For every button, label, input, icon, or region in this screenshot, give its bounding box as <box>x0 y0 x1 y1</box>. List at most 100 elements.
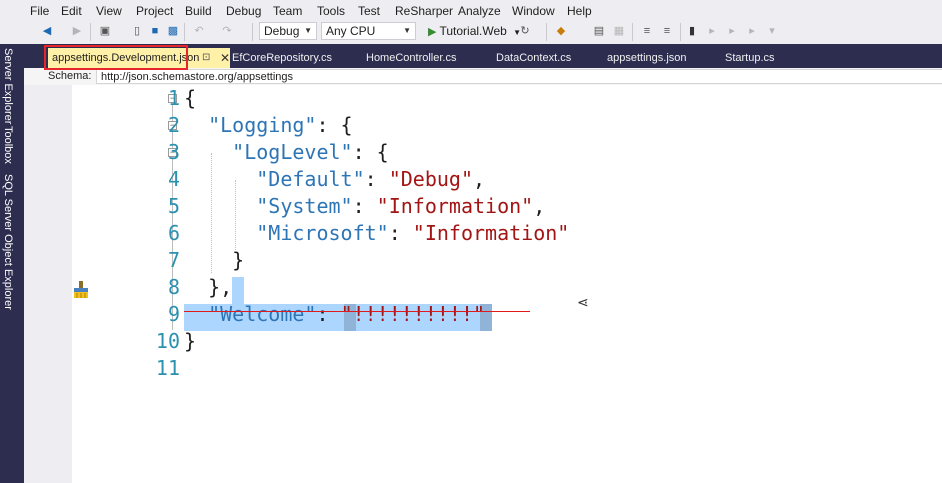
document-tab-strip: appsettings.Development.json ⊡ ✕ EfCoreR… <box>24 44 942 68</box>
chevron-down-icon: ▼ <box>304 26 312 35</box>
comment-icon[interactable]: ≡ <box>640 24 654 38</box>
code-line[interactable]: { <box>184 85 196 112</box>
schema-label: Schema: <box>48 70 92 82</box>
tab-appsettings-development-json[interactable]: appsettings.Development.json ⊡ ✕ <box>48 48 230 68</box>
line-number: 9 <box>167 302 180 326</box>
forward-icon[interactable]: ▶ <box>70 24 84 38</box>
json-string: "Debug" <box>388 167 474 191</box>
json-key: "Welcome" <box>208 302 317 326</box>
toolbar-separator <box>546 23 547 41</box>
code-line[interactable]: "System": "Information", <box>184 193 545 220</box>
start-debugging-button[interactable]: ▶ Tutorial.Web ▼ <box>428 24 521 38</box>
sql-server-object-explorer-tab[interactable]: SQL Server Object Explorer <box>2 174 14 310</box>
menu-debug[interactable]: Debug <box>226 4 261 18</box>
run-target-label: Tutorial.Web <box>439 24 507 38</box>
code-line[interactable]: "Welcome": "!!!!!!!!!!" <box>184 301 485 328</box>
menu-help[interactable]: Help <box>567 4 592 18</box>
code-line[interactable]: }, <box>184 274 232 301</box>
menu-resharper[interactable]: ReSharper <box>395 4 453 18</box>
toolbar-options-icon[interactable]: ▾ <box>765 24 779 38</box>
prev-bookmark-icon[interactable]: ▸ <box>705 24 719 38</box>
code-line[interactable]: "Microsoft": "Information" <box>184 220 569 247</box>
json-punctuation: : { <box>316 113 353 137</box>
menu-build[interactable]: Build <box>185 4 212 18</box>
code-line[interactable]: } <box>184 247 244 274</box>
json-punctuation <box>184 194 256 218</box>
browse-icon[interactable]: ▤ <box>592 24 606 38</box>
new-project-icon[interactable]: ▣ <box>98 24 112 38</box>
solution-platform-select[interactable]: Any CPU ▼ <box>321 22 416 40</box>
refresh-icon[interactable]: ↻ <box>518 24 532 38</box>
tab-efcorerepository-cs[interactable]: EfCoreRepository.cs <box>232 48 332 68</box>
undo-icon[interactable]: ↶ <box>192 24 206 38</box>
tab-startup-cs[interactable]: Startup.cs <box>725 48 775 68</box>
next-bookmark-icon[interactable]: ▸ <box>725 24 739 38</box>
clear-bookmarks-icon[interactable]: ▸ <box>745 24 759 38</box>
schema-input[interactable]: http://json.schemastore.org/appsettings <box>96 69 942 84</box>
standard-toolbar: ◀ ▶ ▣ ▯ ■ ▩ ↶ ↷ Debug ▼ Any CPU ▼ ▶ Tutor… <box>0 20 942 44</box>
tab-homecontroller-cs[interactable]: HomeController.cs <box>366 48 456 68</box>
json-punctuation: : { <box>352 140 389 164</box>
tab-datacontext-cs[interactable]: DataContext.cs <box>496 48 571 68</box>
bookmark-icon[interactable]: ▮ <box>685 24 699 38</box>
menu-team[interactable]: Team <box>273 4 302 18</box>
tool-window-strip: Server Explorer Toolbox SQL Server Objec… <box>0 44 24 483</box>
find-icon[interactable]: ◆ <box>554 24 568 38</box>
json-punctuation <box>184 113 208 137</box>
code-line[interactable]: "Default": "Debug", <box>184 166 485 193</box>
quick-action-brush-icon[interactable] <box>71 280 91 300</box>
save-icon[interactable]: ■ <box>148 24 162 38</box>
tab-label: appsettings.Development.json <box>52 52 200 64</box>
json-key: "Logging" <box>208 113 317 137</box>
pin-icon[interactable]: ⊡ <box>202 48 210 68</box>
json-punctuation: { <box>184 86 197 110</box>
redo-icon[interactable]: ↷ <box>220 24 234 38</box>
menu-bar: File Edit View Project Build Debug Team … <box>0 0 942 20</box>
toolbar-separator <box>184 23 185 41</box>
menu-view[interactable]: View <box>96 4 122 18</box>
menu-window[interactable]: Window <box>512 4 555 18</box>
uncomment-icon[interactable]: ≡ <box>660 24 674 38</box>
chevron-down-icon: ▼ <box>403 26 411 35</box>
line-number: 6 <box>167 221 180 245</box>
back-icon[interactable]: ◀ <box>40 24 54 38</box>
menu-edit[interactable]: Edit <box>61 4 82 18</box>
code-line[interactable]: "Logging": { <box>184 112 353 139</box>
line-number: 3 <box>167 140 180 164</box>
layout-icon[interactable]: ▦ <box>612 24 626 38</box>
code-editor[interactable]: − − − 1 2 3 4 5 6 7 8 9 10 11{ "Logging": { "LogLe… <box>24 85 942 483</box>
toolbar-separator <box>632 23 633 41</box>
menu-test[interactable]: Test <box>358 4 380 18</box>
json-punctuation: , <box>533 194 546 218</box>
open-file-icon[interactable]: ▯ <box>130 24 144 38</box>
menu-file[interactable]: File <box>30 4 49 18</box>
toolbar-separator <box>680 23 681 41</box>
json-punctuation: : <box>364 167 389 191</box>
json-key: "System" <box>256 194 353 218</box>
menu-project[interactable]: Project <box>136 4 173 18</box>
save-all-icon[interactable]: ▩ <box>166 24 180 38</box>
server-explorer-tab[interactable]: Server Explorer <box>2 48 14 124</box>
toolbox-tab[interactable]: Toolbox <box>2 126 14 164</box>
json-punctuation <box>184 167 256 191</box>
json-punctuation: }, <box>184 275 233 299</box>
menu-analyze[interactable]: Analyze <box>458 4 501 18</box>
line-number: 7 <box>167 248 180 272</box>
solution-configuration-value: Debug <box>264 24 300 38</box>
json-punctuation <box>184 221 256 245</box>
mouse-ibeam-cursor: ⋖ <box>577 295 589 311</box>
json-punctuation: : <box>388 221 413 245</box>
menu-tools[interactable]: Tools <box>317 4 345 18</box>
json-string: "Information" <box>412 221 570 245</box>
code-line[interactable]: } <box>184 328 196 355</box>
json-string: "!!!!!!!!!!" <box>340 302 486 326</box>
strike-through-line <box>184 311 530 312</box>
line-number: 4 <box>167 167 180 191</box>
editor-glyph-margin <box>24 85 72 483</box>
tab-appsettings-json[interactable]: appsettings.json <box>607 48 687 68</box>
json-key: "LogLevel" <box>232 140 353 164</box>
close-icon[interactable]: ✕ <box>220 48 230 68</box>
solution-configuration-select[interactable]: Debug ▼ <box>259 22 317 40</box>
line-number: 11 <box>155 356 180 380</box>
code-line[interactable]: "LogLevel": { <box>184 139 389 166</box>
